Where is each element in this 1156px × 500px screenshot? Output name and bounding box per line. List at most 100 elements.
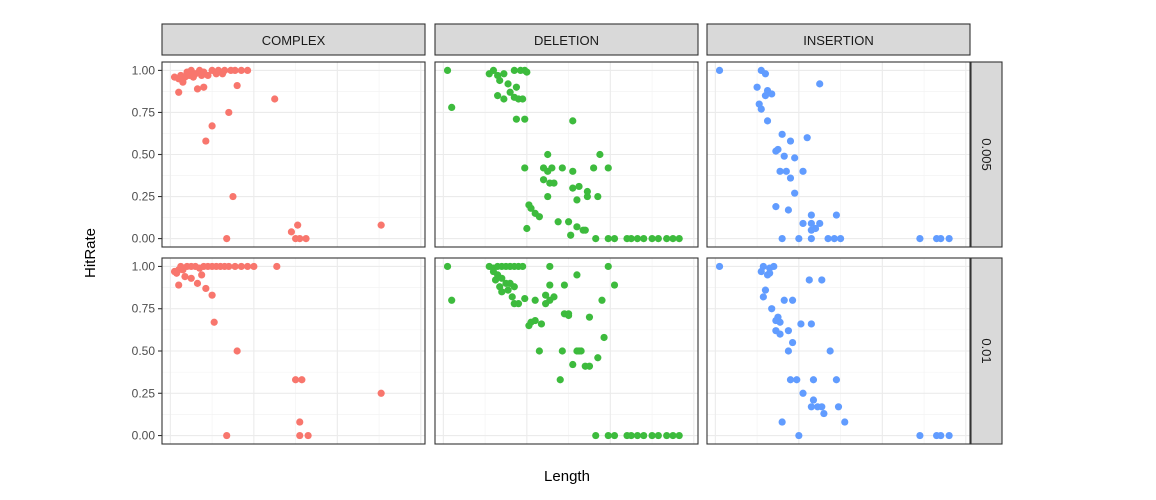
- data-point: [627, 234, 635, 243]
- data-point: [799, 219, 807, 228]
- data-point: [523, 68, 531, 76]
- data-point: [809, 396, 818, 404]
- data-point: [809, 376, 818, 384]
- data-point: [544, 150, 552, 159]
- y-axis-row-0.005: 0.00 0.25 0.50 0.75 1.00: [132, 63, 162, 246]
- data-point: [237, 262, 245, 271]
- data-point: [776, 167, 784, 175]
- data-point: [675, 234, 683, 243]
- data-point: [519, 95, 527, 103]
- data-point: [807, 320, 815, 328]
- data-point: [780, 296, 788, 304]
- data-point: [654, 431, 662, 440]
- data-point: [237, 66, 245, 75]
- panel-complex-0.01: [161, 257, 426, 445]
- data-point: [233, 347, 241, 355]
- data-point: [448, 296, 456, 304]
- data-point: [793, 376, 801, 384]
- data-point: [604, 164, 612, 172]
- data-point: [535, 347, 543, 355]
- data-point: [590, 164, 598, 172]
- strip-label: DELETION: [534, 33, 599, 48]
- data-point: [945, 234, 953, 243]
- facet-strip-insertion: INSERTION: [706, 23, 971, 56]
- data-point: [510, 66, 518, 75]
- data-point: [504, 286, 512, 294]
- data-point: [669, 431, 677, 440]
- data-point: [782, 167, 790, 175]
- data-point: [916, 431, 924, 440]
- data-point: [791, 154, 799, 162]
- data-point: [791, 189, 799, 197]
- data-point: [448, 103, 456, 112]
- data-point: [521, 164, 529, 172]
- data-point: [546, 262, 554, 271]
- data-point: [550, 179, 558, 187]
- data-point: [539, 176, 548, 184]
- data-point: [753, 83, 761, 91]
- data-point: [573, 271, 581, 279]
- data-point: [832, 376, 841, 384]
- data-point: [799, 167, 807, 175]
- data-point: [187, 274, 195, 282]
- data-point: [663, 234, 671, 243]
- data-point: [514, 300, 523, 308]
- data-point: [594, 354, 602, 362]
- data-point: [759, 293, 767, 301]
- data-point: [510, 283, 518, 291]
- data-point: [832, 211, 841, 219]
- data-point: [243, 66, 252, 75]
- data-point: [443, 66, 452, 75]
- y-tick-label: 0.75: [132, 302, 156, 316]
- data-point: [604, 431, 612, 440]
- data-point: [598, 296, 606, 304]
- data-point: [776, 318, 784, 326]
- data-point: [786, 376, 795, 384]
- data-point: [573, 196, 581, 204]
- data-point: [193, 279, 202, 287]
- panel-deletion-0.005: [434, 61, 699, 248]
- data-point: [531, 316, 539, 325]
- data-point: [531, 296, 539, 304]
- data-point: [542, 300, 550, 308]
- data-point: [610, 281, 619, 289]
- data-point: [824, 234, 832, 243]
- data-point: [500, 70, 508, 78]
- data-point: [221, 66, 229, 75]
- data-point: [836, 234, 845, 243]
- data-point: [585, 362, 594, 370]
- data-point: [778, 234, 786, 243]
- data-point: [304, 431, 312, 440]
- data-point: [786, 174, 795, 182]
- data-point: [202, 137, 210, 145]
- data-point: [763, 271, 772, 279]
- data-point: [633, 234, 642, 243]
- y-tick-label: 1.00: [132, 63, 156, 77]
- data-point: [231, 262, 239, 271]
- data-point: [803, 134, 811, 142]
- data-point: [496, 76, 504, 85]
- data-point: [784, 347, 793, 355]
- data-point: [512, 115, 521, 123]
- data-point: [564, 218, 573, 226]
- data-point: [648, 431, 656, 440]
- data-point: [296, 234, 304, 243]
- data-point: [535, 213, 543, 221]
- data-point: [181, 273, 189, 281]
- y-tick-label: 0.25: [132, 386, 156, 400]
- data-point: [558, 164, 566, 172]
- data-point: [757, 267, 765, 276]
- data-point: [654, 234, 662, 243]
- data-point: [799, 389, 807, 397]
- data-point: [200, 83, 208, 91]
- data-point: [604, 234, 612, 243]
- data-point: [596, 150, 604, 159]
- data-point: [377, 221, 385, 229]
- y-tick-label: 0.75: [132, 105, 156, 119]
- data-point: [298, 376, 306, 384]
- data-point: [830, 234, 838, 243]
- data-point: [786, 137, 795, 145]
- data-point: [788, 296, 797, 304]
- data-point: [548, 164, 556, 172]
- data-point: [715, 262, 724, 271]
